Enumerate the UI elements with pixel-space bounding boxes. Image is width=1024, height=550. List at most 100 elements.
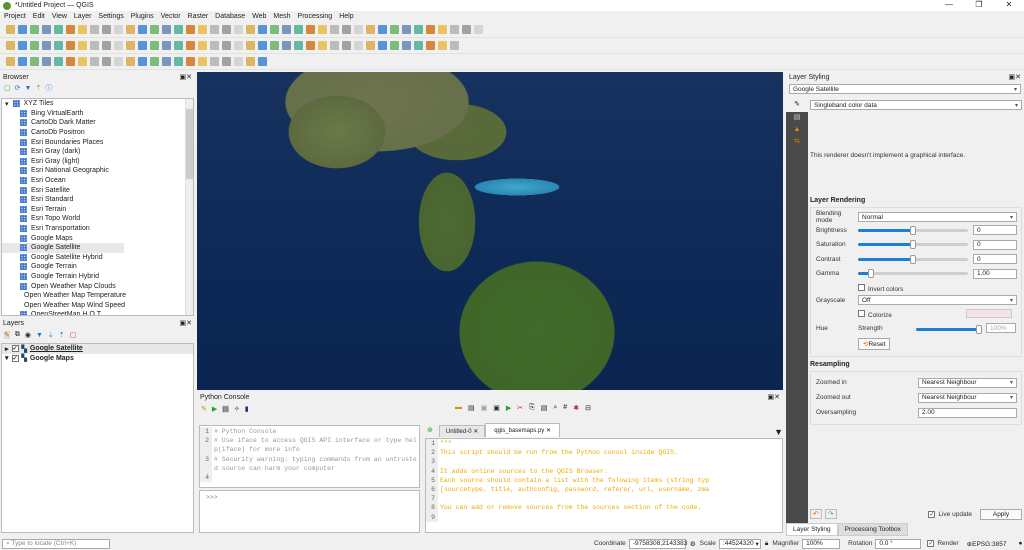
menu-project[interactable]: Project: [4, 13, 26, 20]
toolbar-tool-icon[interactable]: [78, 41, 87, 50]
toolbar-tool-icon[interactable]: [162, 57, 171, 66]
layer-visibility-checkbox[interactable]: ✓: [11, 345, 19, 353]
browser-item[interactable]: Google Maps: [2, 233, 124, 243]
menu-layer[interactable]: Layer: [74, 13, 92, 20]
browser-scrollbar[interactable]: [185, 99, 193, 315]
menu-mesh[interactable]: Mesh: [273, 13, 290, 20]
map-canvas[interactable]: [197, 72, 783, 390]
undo-icon[interactable]: ↶: [810, 509, 822, 519]
browser-item[interactable]: Esri Topo World: [2, 214, 124, 224]
zoomed-in-select[interactable]: Nearest Neighbour: [918, 377, 1017, 388]
browser-item[interactable]: Google Terrain: [2, 262, 124, 272]
object-inspector-icon[interactable]: ⊟: [585, 404, 591, 412]
maximize-button[interactable]: ❐: [964, 0, 994, 9]
browser-item[interactable]: Google Terrain Hybrid: [2, 272, 124, 282]
toolbar-tool-icon[interactable]: [234, 25, 243, 34]
toolbar-tool-icon[interactable]: [198, 41, 207, 50]
toolbar-tool-icon[interactable]: [174, 25, 183, 34]
toolbar-tool-icon[interactable]: [438, 25, 447, 34]
menu-edit[interactable]: Edit: [33, 13, 45, 20]
colorize-checkbox[interactable]: [858, 310, 865, 317]
toolbar-tool-icon[interactable]: [102, 41, 111, 50]
symbology-icon[interactable]: ✎: [786, 100, 808, 112]
toolbar-tool-icon[interactable]: [390, 41, 399, 50]
browser-item[interactable]: Esri Gray (light): [2, 157, 124, 167]
toolbar-tool-icon[interactable]: [234, 57, 243, 66]
strength-slider[interactable]: [916, 325, 982, 334]
gamma-slider[interactable]: [858, 269, 968, 279]
redo-icon[interactable]: ↷: [824, 509, 837, 519]
toolbar-tool-icon[interactable]: [90, 57, 99, 66]
scale-field[interactable]: :44524320 ▾: [718, 538, 761, 549]
toolbar-tool-icon[interactable]: [54, 41, 63, 50]
toolbar-tool-icon[interactable]: [426, 41, 435, 50]
toolbar-tool-icon[interactable]: [186, 25, 195, 34]
invert-colors-checkbox[interactable]: [858, 284, 865, 291]
toolbar-tool-icon[interactable]: [42, 25, 51, 34]
browser-item[interactable]: Open Weather Map Wind Speed: [2, 300, 125, 310]
toolbar-tool-icon[interactable]: [114, 41, 123, 50]
toolbar-tool-icon[interactable]: [30, 41, 39, 50]
zoomed-out-select[interactable]: Nearest Neighbour: [918, 392, 1017, 403]
toolbar-tool-icon[interactable]: [222, 25, 231, 34]
toolbar-tool-icon[interactable]: [78, 25, 87, 34]
toolbar-tool-icon[interactable]: [246, 25, 255, 34]
toolbar-tool-icon[interactable]: [390, 25, 399, 34]
toolbar-tool-icon[interactable]: [6, 57, 15, 66]
toolbar-tool-icon[interactable]: [246, 41, 255, 50]
brightness-spinbox[interactable]: 0: [973, 225, 1017, 236]
menu-raster[interactable]: Raster: [188, 13, 209, 20]
filter-legend-icon[interactable]: ▼: [36, 332, 43, 339]
toolbar-tool-icon[interactable]: [66, 25, 75, 34]
toolbar-tool-icon[interactable]: [30, 25, 39, 34]
contrast-slider[interactable]: [858, 254, 968, 264]
toolbar-tool-icon[interactable]: [438, 41, 447, 50]
toolbar-tool-icon[interactable]: [102, 57, 111, 66]
toolbar-tool-icon[interactable]: [258, 57, 267, 66]
toolbar-tool-icon[interactable]: [54, 25, 63, 34]
toolbar-tool-icon[interactable]: [318, 25, 327, 34]
panel-close-icon[interactable]: ▣✕: [768, 393, 780, 401]
toolbar-tool-icon[interactable]: [6, 25, 15, 34]
histogram-icon[interactable]: ▲: [786, 124, 808, 136]
toolbar-tool-icon[interactable]: [342, 41, 351, 50]
remove-layer-icon[interactable]: ▢: [70, 331, 77, 339]
magnifier-field[interactable]: 100%: [802, 538, 841, 549]
toolbar-tool-icon[interactable]: [294, 25, 303, 34]
minimize-button[interactable]: —: [934, 0, 964, 9]
browser-item[interactable]: Esri Terrain: [2, 205, 124, 215]
toolbar-tool-icon[interactable]: [78, 57, 87, 66]
toolbar-tool-icon[interactable]: [210, 41, 219, 50]
close-button[interactable]: ✕: [994, 0, 1024, 9]
toolbar-tool-icon[interactable]: [138, 57, 147, 66]
toolbar-tool-icon[interactable]: [474, 25, 483, 34]
toolbar-tool-icon[interactable]: [114, 25, 123, 34]
toolbar-tool-icon[interactable]: [6, 41, 15, 50]
clear-console-icon[interactable]: ✎: [201, 405, 207, 413]
contrast-spinbox[interactable]: 0: [973, 254, 1017, 265]
toolbar-tool-icon[interactable]: [174, 41, 183, 50]
toolbar-tool-icon[interactable]: [198, 25, 207, 34]
toolbar-tool-icon[interactable]: [258, 41, 267, 50]
browser-item[interactable]: Esri Gray (dark): [2, 147, 124, 157]
toolbar-tool-icon[interactable]: [138, 25, 147, 34]
add-group-icon[interactable]: ⧉: [15, 331, 20, 339]
toolbar-tool-icon[interactable]: [450, 25, 459, 34]
toolbar-tool-icon[interactable]: [150, 25, 159, 34]
layer-visibility-checkbox[interactable]: ✓: [11, 354, 19, 362]
toolbar-tool-icon[interactable]: [42, 41, 51, 50]
browser-item[interactable]: Google Satellite: [2, 242, 124, 253]
colorize-color-button[interactable]: [966, 309, 1012, 318]
tab-untitled[interactable]: Untitled-0 ✕: [438, 425, 486, 437]
browser-item[interactable]: Esri Standard: [2, 195, 124, 205]
transparency-icon[interactable]: ▤: [786, 112, 808, 124]
toolbar-tool-icon[interactable]: [102, 25, 111, 34]
save-as-icon[interactable]: ▣: [493, 404, 500, 412]
renderer-select[interactable]: Singleband color data: [810, 100, 1022, 110]
browser-item[interactable]: Esri Transportation: [2, 224, 124, 234]
browser-item[interactable]: CartoDb Dark Matter: [2, 118, 124, 128]
collapse-all-icon[interactable]: ⇡: [59, 331, 65, 339]
toolbar-tool-icon[interactable]: [414, 25, 423, 34]
toolbar-tool-icon[interactable]: [54, 57, 63, 66]
live-update-checkbox[interactable]: ✓: [928, 510, 936, 518]
